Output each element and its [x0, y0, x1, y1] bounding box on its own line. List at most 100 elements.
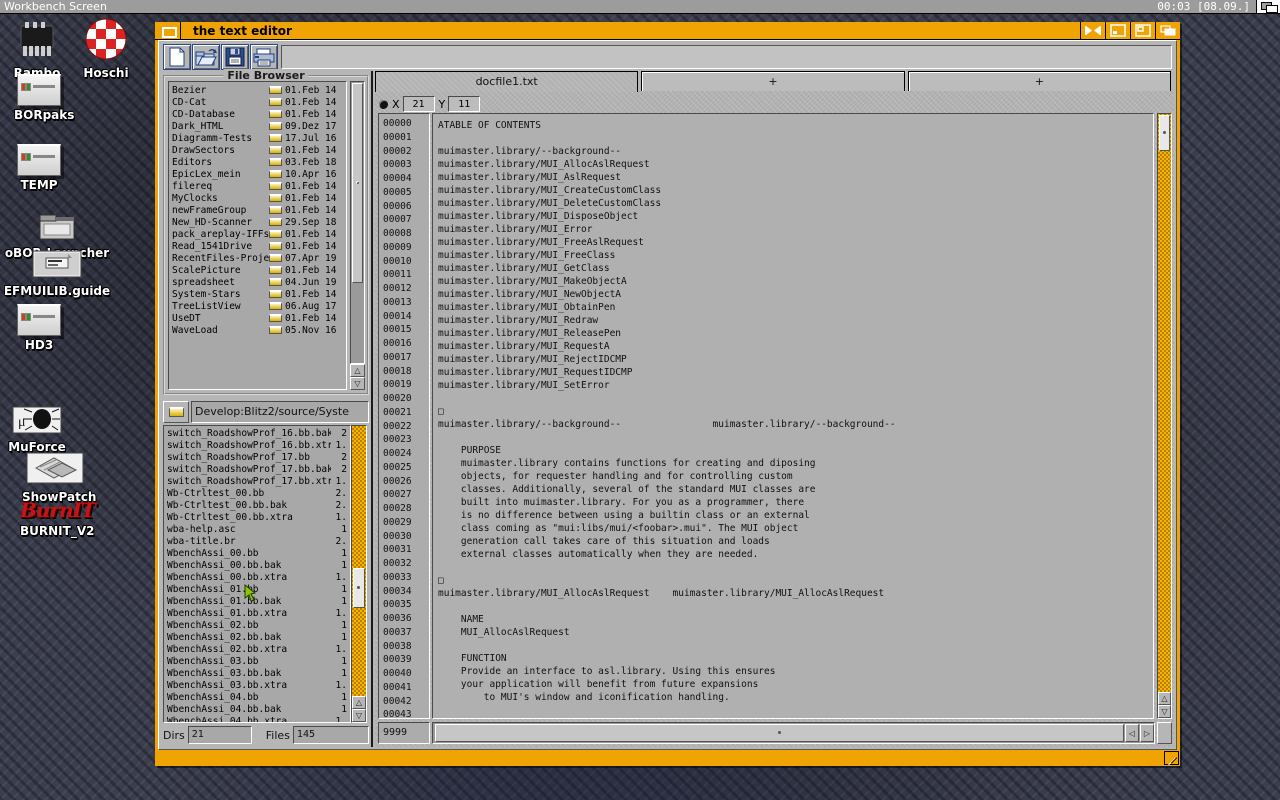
file-list[interactable]: switch_RoadshowProf_16.bb.bak 2 switch_R… [163, 425, 351, 723]
file-row[interactable]: WbenchAssi_02.bb 1 [167, 620, 347, 632]
directory-row[interactable]: CD-Cat 01.Feb 14 [172, 96, 343, 108]
file-row[interactable]: wba-help.asc 1 [167, 524, 347, 536]
file-row[interactable]: WbenchAssi_00.bb 1 [167, 548, 347, 560]
directory-row[interactable]: UseDT 01.Feb 14 [172, 312, 343, 324]
directory-row[interactable]: spreadsheet 04.Jun 19 [172, 276, 343, 288]
file-row[interactable]: switch_RoadshowProf_16.bb.xtra 1. [167, 440, 347, 452]
desktop-icon-burnit[interactable]: BurnIT BURNIT_V2 [20, 498, 92, 538]
directory-scrollbar-thumb[interactable] [352, 83, 363, 283]
files-count-field[interactable]: 145 [293, 726, 369, 744]
x-value-field[interactable]: 21 [403, 96, 435, 112]
tab-new-2[interactable]: + [908, 71, 1171, 91]
directory-row[interactable]: New_HD-Scanner 29.Sep 18 [172, 216, 343, 228]
directory-row[interactable]: ScalePicture 01.Feb 14 [172, 264, 343, 276]
text-horizontal-scrollbar[interactable]: ◁ ▷ [432, 722, 1155, 744]
directory-row[interactable]: Dark_HTML 09.Dez 17 [172, 120, 343, 132]
resize-gadget[interactable] [1164, 751, 1179, 765]
file-row[interactable]: Wb-Ctrltest_00.bb.bak 2. [167, 500, 347, 512]
text-scroll-down-button[interactable]: ▽ [1158, 705, 1171, 718]
file-row[interactable]: switch_RoadshowProf_17.bb.bak 2 [167, 464, 347, 476]
scroll-right-button[interactable]: ▷ [1140, 724, 1154, 742]
desktop-icon-efmuilib-guide[interactable]: EFMUILIB.guide [2, 250, 112, 298]
line-number: 00023 [383, 433, 429, 447]
directory-row[interactable]: newFrameGroup 01.Feb 14 [172, 204, 343, 216]
desktop-icon-hoschi[interactable]: Hoschi [80, 18, 132, 80]
file-scroll-up-button[interactable]: △ [352, 696, 366, 709]
file-row[interactable]: WbenchAssi_03.bb.bak 1 [167, 668, 347, 680]
desktop-icon-temp[interactable]: TEMP [14, 144, 64, 192]
screen-depth-gadget[interactable] [1256, 0, 1280, 13]
directory-row[interactable]: Editors 03.Feb 18 [172, 156, 343, 168]
depth-gadget[interactable] [1155, 22, 1180, 40]
file-row[interactable]: Wb-Ctrltest_00.bb 2. [167, 488, 347, 500]
path-field[interactable]: Develop:Blitz2/source/Syste [191, 401, 369, 423]
file-row[interactable]: WbenchAssi_04.bb.xtra 1. [167, 716, 347, 723]
text-area[interactable]: ATABLE OF CONTENTSmuimaster.library/--ba… [432, 113, 1154, 719]
directory-scroll-up-button[interactable]: △ [350, 364, 365, 377]
desktop-icon-rambo[interactable]: Rambo [8, 20, 66, 80]
desktop-icon-muforce[interactable]: μ MuForce [8, 406, 66, 454]
file-scroll-down-button[interactable]: ▽ [352, 709, 366, 722]
file-row[interactable]: WbenchAssi_03.bb.xtra 1. [167, 680, 347, 692]
file-row[interactable]: WbenchAssi_03.bb 1 [167, 656, 347, 668]
file-row[interactable]: WbenchAssi_02.bb.bak 1 [167, 632, 347, 644]
y-value-field[interactable]: 11 [448, 96, 480, 112]
tab-docfile[interactable]: docfile1.txt [375, 71, 638, 92]
tab-new-1[interactable]: + [641, 71, 904, 91]
directory-row[interactable]: DrawSectors 01.Feb 14 [172, 144, 343, 156]
dirs-count-field[interactable]: 21 [188, 726, 252, 744]
shrink-gadget[interactable] [1105, 22, 1130, 40]
file-row[interactable]: switch_RoadshowProf_17.bb 2 [167, 452, 347, 464]
max-line-field[interactable]: 9999 [378, 722, 430, 744]
panel-divider[interactable] [371, 71, 373, 747]
text-vertical-scrollbar[interactable]: △ ▽ [1157, 113, 1172, 719]
file-row[interactable]: WbenchAssi_01.bb.xtra 1. [167, 608, 347, 620]
close-gadget[interactable] [155, 22, 181, 40]
desktop-icon-borpaks[interactable]: BORpaks [14, 74, 64, 122]
print-button[interactable] [250, 44, 278, 70]
directory-row[interactable]: MyClocks 01.Feb 14 [172, 192, 343, 204]
new-document-button[interactable] [163, 44, 191, 70]
desktop-icon-showpatch[interactable]: ShowPatch [22, 452, 88, 504]
parent-drawer-button[interactable] [163, 401, 189, 423]
text-scrollbar-thumb[interactable] [1159, 115, 1170, 151]
file-row[interactable]: switch_RoadshowProf_16.bb.bak 2 [167, 428, 347, 440]
directory-row[interactable]: EpicLex_mein 10.Apr 16 [172, 168, 343, 180]
directory-row[interactable]: Bezier 01.Feb 14 [172, 84, 343, 96]
directory-row[interactable]: System-Stars 01.Feb 14 [172, 288, 343, 300]
file-row[interactable]: Wb-Ctrltest_00.bb.xtra 1. [167, 512, 347, 524]
disk-drive-icon [17, 144, 61, 176]
directory-list[interactable]: Bezier 01.Feb 14 CD-Cat 01.Feb 14 [168, 81, 347, 390]
file-size: 1. [331, 716, 347, 723]
file-row[interactable]: WbenchAssi_00.bb.xtra 1. [167, 572, 347, 584]
desktop-icon-hd3[interactable]: HD3 [14, 304, 64, 352]
open-file-button[interactable] [192, 44, 220, 70]
zoom-gadget[interactable] [1130, 22, 1155, 40]
file-scrollbar[interactable]: △ ▽ [351, 425, 367, 723]
directory-row[interactable]: WaveLoad 05.Nov 16 [172, 324, 343, 336]
file-row[interactable]: WbenchAssi_00.bb.bak 1 [167, 560, 347, 572]
window-titlebar[interactable]: the text editor [155, 22, 1180, 40]
horizontal-scrollbar-thumb[interactable] [435, 724, 1124, 742]
directory-row[interactable]: Diagramm-Tests 17.Jul 16 [172, 132, 343, 144]
file-row[interactable]: WbenchAssi_04.bb.bak 1 [167, 704, 347, 716]
directory-scrollbar[interactable] [350, 81, 365, 364]
directory-row[interactable]: CD-Database 01.Feb 14 [172, 108, 343, 120]
file-row[interactable]: WbenchAssi_04.bb 1 [167, 692, 347, 704]
file-row[interactable]: switch_RoadshowProf_17.bb.xtra 1. [167, 476, 347, 488]
file-row[interactable]: WbenchAssi_02.bb.xtra 1. [167, 644, 347, 656]
iconify-gadget[interactable] [1080, 22, 1105, 40]
directory-scroll-down-button[interactable]: ▽ [350, 377, 365, 390]
text-scroll-up-button[interactable]: △ [1158, 692, 1171, 705]
file-row[interactable]: wba-title.br 2. [167, 536, 347, 548]
save-button[interactable] [221, 44, 249, 70]
scroll-left-button[interactable]: ◁ [1125, 724, 1139, 742]
directory-date: 01.Feb 14 [285, 85, 343, 96]
directory-row[interactable]: TreeListView 06.Aug 17 [172, 300, 343, 312]
directory-row[interactable]: RecentFiles-Project 07.Apr 19 [172, 252, 343, 264]
directory-row[interactable]: filereq 01.Feb 14 [172, 180, 343, 192]
file-size: 1. [331, 512, 347, 524]
directory-row[interactable]: pack_areplay-IFFs 01.Feb 14 [172, 228, 343, 240]
directory-row[interactable]: Read_1541Drive 01.Feb 14 [172, 240, 343, 252]
file-scrollbar-thumb[interactable] [353, 568, 365, 608]
